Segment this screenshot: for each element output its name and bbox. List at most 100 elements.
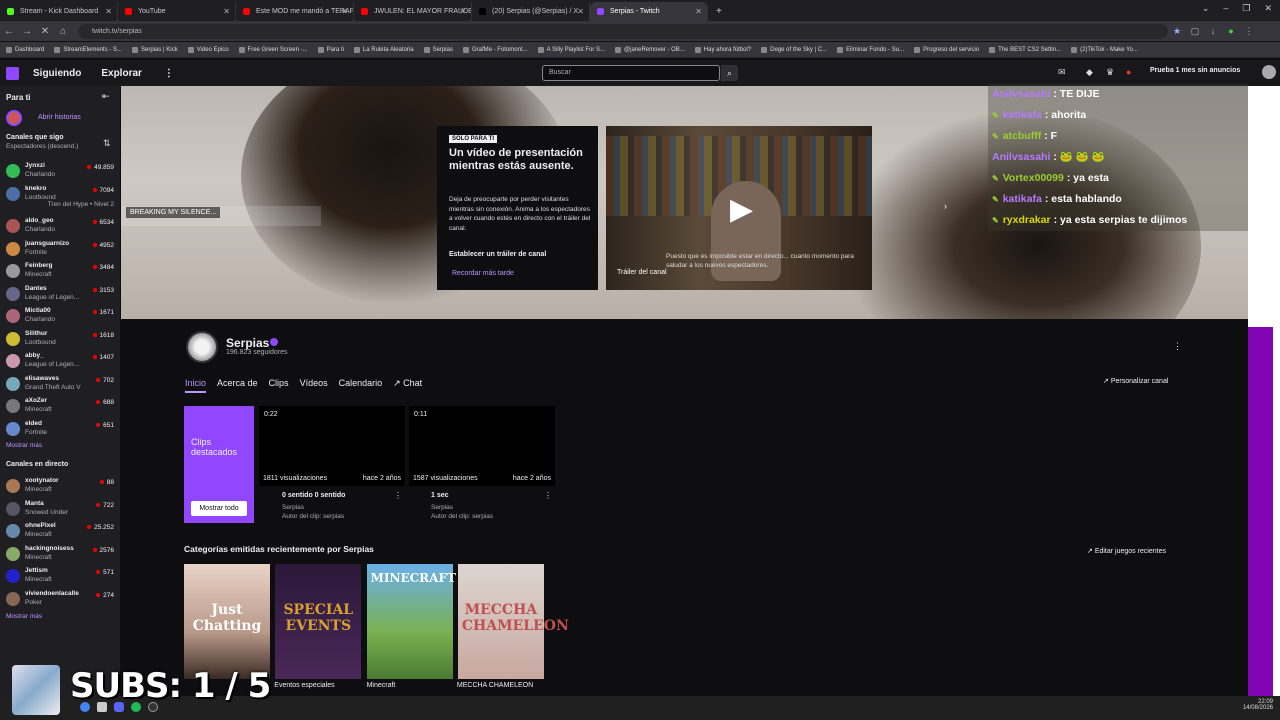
tab-chat[interactable]: ↗ Chat bbox=[393, 378, 422, 393]
category-card[interactable]: Just Chatting bbox=[184, 564, 270, 679]
bookmark-item[interactable]: Eliminar Fondo - Su... bbox=[837, 46, 904, 53]
abrir-historias-link[interactable]: Abrir historias bbox=[38, 114, 81, 121]
carousel-next-icon[interactable]: › bbox=[944, 201, 947, 211]
category-card[interactable]: MINECRAFT bbox=[366, 564, 456, 679]
mostrar-mas-followed[interactable]: Mostrar más bbox=[6, 442, 42, 449]
tab-close-icon[interactable]: ✕ bbox=[459, 2, 466, 21]
browser-tab[interactable]: (20) Serpias (@Serpias) / X ✕ bbox=[472, 2, 590, 21]
sidebar-channel-viviendoenlacalle[interactable]: viviendoenlacalle Poker 274 bbox=[0, 588, 120, 610]
stories-avatar[interactable] bbox=[6, 110, 22, 126]
bookmark-item[interactable]: Dege of the Sky | C... bbox=[761, 46, 827, 53]
sidebar-channel-feinberg[interactable]: Feinberg Minecraft 3484 bbox=[0, 260, 120, 282]
category-label[interactable]: Minecraft bbox=[367, 682, 396, 689]
personalizar-canal-button[interactable]: ↗ Personalizar canal bbox=[1103, 377, 1168, 385]
clip-thumbnail[interactable]: 0:11 1587 visualizaciones hace 2 años bbox=[409, 406, 555, 486]
bookmark-item[interactable]: A Silly Playlist For S... bbox=[537, 46, 605, 53]
category-label[interactable]: MECCHA CHAMELEON bbox=[457, 682, 533, 689]
sort-icon[interactable]: ⇅ bbox=[103, 138, 111, 149]
tab-close-icon[interactable]: ✕ bbox=[577, 2, 584, 21]
sidebar-channel-abby_[interactable]: abby_ League of Legen... 1407 bbox=[0, 350, 120, 372]
tab-calendario[interactable]: Calendario bbox=[339, 378, 383, 393]
category-card[interactable]: SPECIAL EVENTS bbox=[275, 564, 362, 679]
more-options-icon[interactable]: ⋮ bbox=[164, 68, 174, 79]
bookmark-item[interactable]: Video Epico bbox=[187, 46, 229, 53]
bookmark-item[interactable]: Dashboard bbox=[6, 46, 44, 53]
clip-channel[interactable]: Serpias bbox=[282, 504, 304, 511]
browser-tab[interactable]: Serpias - Twitch ✕ bbox=[590, 2, 708, 21]
bookmark-item[interactable]: Progreso del servicio bbox=[914, 46, 979, 53]
sidebar-channel-elisawaves[interactable]: elisawaves Grand Theft Auto V 702 bbox=[0, 373, 120, 395]
bookmark-item[interactable]: Para ti bbox=[317, 46, 344, 53]
tab-close-icon[interactable]: ✕ bbox=[341, 2, 348, 21]
tab-close-icon[interactable]: ✕ bbox=[695, 2, 702, 21]
drops-icon[interactable]: ◆ bbox=[1086, 67, 1093, 78]
tab-clips[interactable]: Clips bbox=[269, 378, 289, 393]
sidebar-channel-jettism[interactable]: Jettism Minecraft 571 bbox=[0, 565, 120, 587]
maximize-button[interactable]: ❐ bbox=[1242, 3, 1250, 14]
minimize-button[interactable]: – bbox=[1223, 3, 1228, 14]
bookmark-item[interactable]: La Ruleta Aleatoria bbox=[353, 46, 414, 53]
tab-close-icon[interactable]: ✕ bbox=[105, 2, 112, 21]
browser-tab[interactable]: JWULEN: EL MAYOR FRAUDE D ✕ bbox=[354, 2, 472, 21]
search-icon[interactable]: ⌕ bbox=[721, 65, 738, 81]
downloads-icon[interactable]: ↓ bbox=[1204, 26, 1222, 36]
clip-channel[interactable]: Serpias bbox=[431, 504, 453, 511]
sidebar-channel-aldo_geo[interactable]: aldo_geo Charlando 6534 bbox=[0, 215, 120, 237]
recordar-mas-tarde-link[interactable]: Recordar más tarde bbox=[452, 270, 514, 277]
nav-explorar[interactable]: Explorar bbox=[101, 68, 142, 79]
sidebar-channel-mictia00[interactable]: Mictia00 Charlando 1671 bbox=[0, 305, 120, 327]
tab-acerca-de[interactable]: Acerca de bbox=[217, 378, 258, 393]
bookmark-item[interactable]: Hay ahora fútbol? bbox=[694, 46, 751, 53]
prime-offer-button[interactable]: Prueba 1 mes sin anuncios bbox=[1150, 67, 1240, 74]
play-icon[interactable]: ▶ bbox=[730, 192, 753, 227]
notifications-icon[interactable]: ● bbox=[1126, 67, 1131, 77]
sort-label[interactable]: Espectadores (descend.) bbox=[6, 143, 78, 150]
clip-title[interactable]: 1 sec bbox=[431, 492, 449, 499]
whispers-icon[interactable]: ✉ bbox=[1058, 67, 1066, 78]
bookmark-item[interactable]: (2)TikTok - Make Yo... bbox=[1071, 46, 1138, 53]
bookmark-item[interactable]: Serpias | Kick bbox=[132, 46, 178, 53]
tab-videos[interactable]: Vídeos bbox=[300, 378, 328, 393]
bookmark-item[interactable]: Free Green Screen -... bbox=[238, 46, 308, 53]
sidebar-channel-ohnepixel[interactable]: ohnePixel Minecraft 25.252 bbox=[0, 520, 120, 542]
bookmark-item[interactable]: The BEST CS2 Settin... bbox=[989, 46, 1061, 53]
back-button[interactable]: ← bbox=[0, 26, 18, 37]
bookmark-star-icon[interactable]: ★ bbox=[1168, 26, 1186, 37]
sidebar-channel-manta[interactable]: Manta Snowed Under 722 bbox=[0, 498, 120, 520]
search-input[interactable]: Buscar bbox=[542, 65, 720, 81]
channel-avatar[interactable] bbox=[186, 331, 218, 363]
collapse-sidebar-icon[interactable]: ⇤ bbox=[102, 91, 110, 102]
category-label[interactable]: Eventos especiales bbox=[274, 682, 334, 689]
sidebar-channel-xootynator[interactable]: xootynator Minecraft 88 bbox=[0, 475, 120, 497]
browser-tab[interactable]: YouTube ✕ bbox=[118, 2, 236, 21]
edit-recent-games-button[interactable]: ↗ Editar juegos recientes bbox=[1087, 547, 1166, 555]
sidebar-channel-elded[interactable]: elded Fortnite 651 bbox=[0, 418, 120, 440]
url-field[interactable]: twitch.tv/serpias bbox=[78, 23, 1168, 39]
clip-thumbnail[interactable]: 0:22 1811 visualizaciones hace 2 años bbox=[259, 406, 405, 486]
trailer-video[interactable]: ▶ Puesto que es imposible estar en direc… bbox=[606, 126, 872, 290]
sidebar-channel-jynxzi[interactable]: Jynxzi Charlando 49.859 bbox=[0, 160, 120, 182]
browser-tab[interactable]: Stream - Kick Dashboard ✕ bbox=[0, 2, 118, 21]
sidebar-channel-hackingnoisess[interactable]: hackingnoisess Minecraft 2576 bbox=[0, 543, 120, 565]
mostrar-mas-live[interactable]: Mostrar más bbox=[6, 613, 42, 620]
mostrar-todo-button[interactable]: Mostrar todo bbox=[191, 501, 247, 516]
bookmark-item[interactable]: StreamElements - S... bbox=[54, 46, 122, 53]
nav-siguiendo[interactable]: Siguiendo bbox=[33, 68, 81, 79]
tab-search-icon[interactable]: ⌄ bbox=[1202, 3, 1210, 14]
clip-options-icon[interactable]: ⋮ bbox=[394, 491, 402, 500]
crown-icon[interactable]: ♛ bbox=[1106, 67, 1114, 78]
sidebar-channel-juansguarnizo[interactable]: juansguarnizo Fortnite 4952 bbox=[0, 238, 120, 260]
bookmark-item[interactable]: @janeRemover - OB... bbox=[615, 46, 685, 53]
clip-options-icon[interactable]: ⋮ bbox=[544, 491, 552, 500]
sidebar-channel-axozer[interactable]: aXoZer Minecraft 688 bbox=[0, 395, 120, 417]
establecer-trailer-button[interactable]: Establecer un tráiler de canal bbox=[449, 251, 546, 258]
sidebar-channel-silithur[interactable]: Silithur Lootbound 1618 bbox=[0, 328, 120, 350]
sidebar-channel-dantes[interactable]: Dantes League of Legen... 3153 bbox=[0, 283, 120, 305]
profile-icon[interactable]: ● bbox=[1222, 26, 1240, 36]
user-avatar[interactable] bbox=[1262, 65, 1276, 79]
bookmark-item[interactable]: Serpias bbox=[423, 46, 453, 53]
category-card[interactable]: MECCHA CHAMELEON bbox=[457, 564, 569, 679]
home-button[interactable]: ⌂ bbox=[54, 26, 72, 37]
close-window-button[interactable]: ✕ bbox=[1264, 3, 1272, 14]
new-tab-button[interactable]: + bbox=[708, 2, 730, 21]
